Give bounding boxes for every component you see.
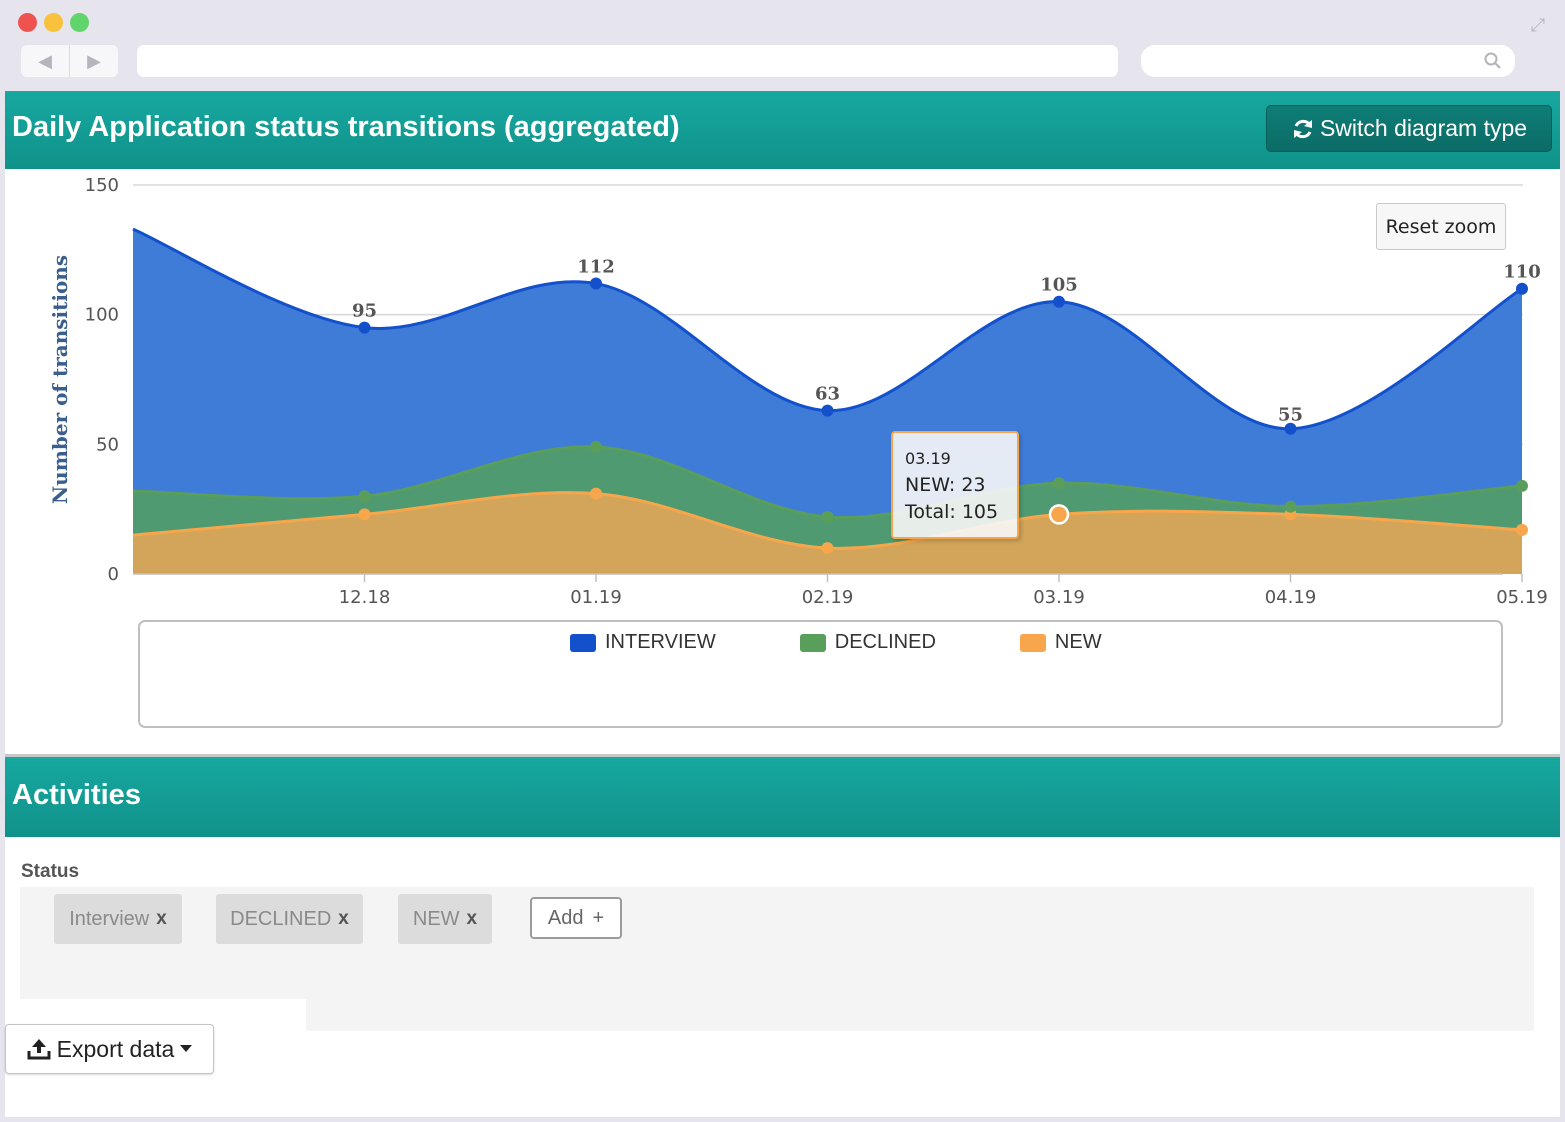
x-tick-label: 01.19 bbox=[570, 587, 622, 608]
chart-panel-header: Daily Application status transitions (ag… bbox=[5, 91, 1560, 169]
upload-icon bbox=[27, 1039, 51, 1060]
search-icon bbox=[1484, 52, 1501, 69]
tag-label: NEW bbox=[412, 907, 460, 930]
data-point bbox=[358, 490, 371, 503]
data-point bbox=[358, 508, 371, 521]
x-tick-label: 05.19 bbox=[1496, 587, 1548, 608]
stacked-area-chart[interactable]: 0 50 100 150 Number of transitions 12.18 01.19… bbox=[5, 169, 1560, 619]
status-tag-interview: Interview x bbox=[54, 894, 182, 944]
data-point bbox=[358, 321, 371, 334]
address-bar[interactable] bbox=[137, 45, 1118, 77]
add-status-label: Add bbox=[547, 906, 584, 929]
remove-tag-button[interactable]: x bbox=[338, 908, 349, 930]
data-point bbox=[590, 487, 602, 500]
data-point bbox=[1516, 282, 1528, 295]
data-point bbox=[1284, 500, 1297, 513]
legend-swatch bbox=[1019, 633, 1046, 652]
chart-legend: INTERVIEW DECLINED NEW bbox=[138, 620, 1503, 728]
export-data-label: Export data bbox=[56, 1035, 175, 1062]
data-point bbox=[1516, 523, 1528, 536]
legend-swatch bbox=[799, 633, 826, 652]
close-window-button[interactable] bbox=[18, 13, 37, 32]
chart-area: 0 50 100 150 Number of transitions 12.18 01.19… bbox=[5, 169, 1560, 754]
legend-swatch bbox=[570, 633, 596, 652]
add-status-button[interactable]: Add + bbox=[530, 897, 622, 939]
status-tag-new: NEW x bbox=[398, 894, 492, 944]
window-controls bbox=[18, 13, 89, 32]
remove-tag-button[interactable]: x bbox=[467, 908, 478, 930]
legend-item-new[interactable]: NEW bbox=[1019, 631, 1102, 654]
maximize-window-button[interactable] bbox=[70, 13, 89, 32]
y-axis-title: Number of transitions bbox=[48, 255, 72, 504]
data-point bbox=[1516, 479, 1528, 492]
x-tick-label: 04.19 bbox=[1265, 587, 1317, 608]
legend-label: NEW bbox=[1054, 631, 1102, 653]
data-point bbox=[1053, 477, 1065, 490]
hover-marker bbox=[1048, 504, 1070, 525]
tooltip-series-value: NEW: 23 bbox=[905, 474, 986, 496]
tooltip-total: Total: 105 bbox=[905, 501, 999, 523]
chart-tooltip: 03.19 NEW: 23 Total: 105 bbox=[891, 431, 1019, 539]
plus-icon: + bbox=[592, 906, 605, 929]
status-tag-declined: DECLINED x bbox=[216, 894, 363, 944]
data-label: 55 bbox=[1278, 404, 1303, 425]
y-tick-label: 50 bbox=[96, 434, 119, 455]
data-point bbox=[590, 277, 602, 290]
data-label: 105 bbox=[1040, 275, 1078, 296]
forward-icon[interactable]: ▶ bbox=[70, 45, 118, 77]
data-label: 112 bbox=[577, 257, 615, 278]
expand-icon[interactable]: ⤢ bbox=[1527, 14, 1549, 36]
legend-item-interview[interactable]: INTERVIEW bbox=[570, 631, 716, 654]
y-tick-label: 0 bbox=[108, 564, 119, 585]
data-label: 63 bbox=[815, 384, 840, 405]
switch-diagram-type-label: Switch diagram type bbox=[1319, 115, 1528, 141]
data-point bbox=[590, 440, 602, 453]
activities-title: Activities bbox=[12, 779, 141, 811]
export-data-button[interactable]: Export data bbox=[5, 1024, 214, 1074]
data-point bbox=[821, 404, 834, 417]
reset-zoom-button[interactable]: Reset zoom bbox=[1376, 203, 1506, 250]
legend-label: INTERVIEW bbox=[605, 631, 716, 653]
activities-header: Activities bbox=[5, 757, 1560, 837]
legend-item-declined[interactable]: DECLINED bbox=[799, 631, 936, 654]
caret-down-icon bbox=[180, 1045, 193, 1052]
browser-search-input[interactable] bbox=[1141, 45, 1515, 77]
tooltip-date: 03.19 bbox=[905, 449, 951, 468]
switch-diagram-type-button[interactable]: Switch diagram type bbox=[1266, 105, 1552, 152]
x-tick-label: 03.19 bbox=[1033, 587, 1085, 608]
back-icon[interactable]: ◀ bbox=[21, 45, 70, 77]
legend-label: DECLINED bbox=[834, 631, 936, 653]
tag-label: DECLINED bbox=[230, 907, 332, 930]
y-tick-label: 150 bbox=[85, 175, 119, 196]
remove-tag-button[interactable]: x bbox=[156, 908, 167, 930]
refresh-icon bbox=[1293, 119, 1312, 138]
data-point bbox=[821, 510, 834, 523]
data-label: 110 bbox=[1503, 262, 1541, 283]
tag-label: Interview bbox=[69, 907, 150, 930]
data-point bbox=[821, 542, 834, 555]
browser-nav: ◀ ▶ bbox=[21, 45, 118, 77]
status-filter-label: Status bbox=[21, 861, 80, 882]
minimize-window-button[interactable] bbox=[44, 13, 63, 32]
data-label: 95 bbox=[352, 301, 377, 322]
x-tick-label: 12.18 bbox=[339, 587, 391, 608]
y-tick-label: 100 bbox=[85, 305, 119, 326]
x-tick-label: 02.19 bbox=[802, 587, 854, 608]
chart-panel-title: Daily Application status transitions (ag… bbox=[12, 111, 680, 143]
data-point bbox=[1053, 295, 1065, 308]
app-window: Daily Application status transitions (ag… bbox=[5, 91, 1560, 1117]
